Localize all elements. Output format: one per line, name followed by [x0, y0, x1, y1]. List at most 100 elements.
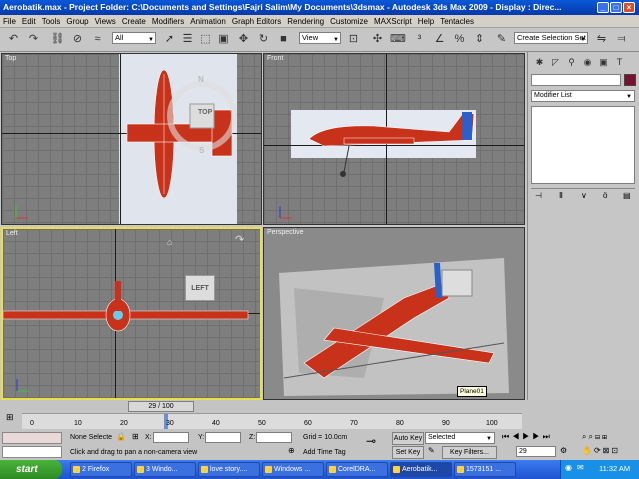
z-coordinate-field[interactable] — [256, 432, 292, 443]
menu-animation[interactable]: Animation — [187, 15, 229, 28]
select-link-icon[interactable]: ⛓ — [50, 32, 65, 47]
select-by-name-icon[interactable]: ☰ — [180, 32, 195, 47]
display-tab-icon[interactable]: ▣ — [596, 55, 611, 70]
lock-selection-icon[interactable]: 🔒 — [116, 432, 126, 441]
key-icon[interactable]: ⊸ — [366, 434, 376, 448]
percent-snap-icon[interactable]: % — [452, 32, 467, 47]
x-coordinate-field[interactable] — [153, 432, 189, 443]
tray-icon[interactable]: ✉ — [577, 463, 584, 472]
menu-help[interactable]: Help — [415, 15, 437, 28]
track-bar[interactable]: 0 10 20 30 40 50 60 70 80 90 100 — [22, 413, 522, 429]
viewport-top[interactable]: TOP N S Top — [1, 53, 262, 225]
menu-rendering[interactable]: Rendering — [284, 15, 327, 28]
menu-graph-editors[interactable]: Graph Editors — [229, 15, 284, 28]
taskbar-item[interactable]: 2 Firefox — [70, 462, 132, 477]
select-object-icon[interactable]: ➚ — [162, 32, 177, 47]
rotate-icon[interactable]: ↻ — [256, 32, 271, 47]
tray-icon[interactable]: ◉ — [565, 463, 572, 472]
viewport-left[interactable]: LEFT ⌂ ↷ Left — [1, 227, 262, 400]
undo-icon[interactable]: ↶ — [6, 32, 21, 47]
viewport-perspective[interactable]: Perspective Plane01 — [263, 227, 525, 400]
object-color-swatch[interactable] — [624, 74, 636, 86]
rectangular-selection-icon[interactable]: ⬚ — [198, 32, 213, 47]
start-button[interactable]: start — [0, 460, 62, 479]
menu-file[interactable]: File — [0, 15, 19, 28]
viewcube-left[interactable]: LEFT — [185, 275, 215, 301]
taskbar-item[interactable]: love story.... — [198, 462, 260, 477]
pin-stack-icon[interactable]: ⊣ — [535, 191, 542, 200]
menu-edit[interactable]: Edit — [19, 15, 39, 28]
menu-maxscript[interactable]: MAXScript — [371, 15, 415, 28]
menu-tentacles[interactable]: Tentacles — [437, 15, 477, 28]
mini-curve-editor-icon[interactable]: ⊞ — [6, 412, 14, 423]
edit-named-selection-icon[interactable]: ✎ — [494, 32, 509, 47]
show-end-result-icon[interactable]: Ⅱ — [559, 191, 563, 200]
window-crossing-icon[interactable]: ▣ — [216, 32, 231, 47]
unlink-icon[interactable]: ⊘ — [70, 32, 85, 47]
menu-create[interactable]: Create — [119, 15, 149, 28]
close-button[interactable]: × — [623, 2, 635, 13]
maxscript-mini-listener[interactable] — [2, 446, 62, 458]
home-icon[interactable]: ⌂ — [167, 237, 172, 247]
named-selection-dropdown[interactable]: Create Selection Set ▼ — [514, 32, 588, 44]
maximize-button[interactable]: □ — [610, 2, 622, 13]
time-slider[interactable]: 29 / 100 — [128, 401, 194, 412]
menu-customize[interactable]: Customize — [327, 15, 371, 28]
viewport-front[interactable]: Front — [263, 53, 525, 225]
modifier-stack[interactable] — [531, 106, 635, 184]
viewport-label-left[interactable]: Left — [6, 230, 18, 237]
viewport-label-front[interactable]: Front — [267, 55, 283, 62]
align-icon[interactable]: ⫤ — [614, 32, 629, 47]
set-key-icon[interactable]: ✎ — [428, 446, 435, 455]
zoom-controls[interactable]: ⌕⌕⊟⊞ — [582, 432, 609, 442]
maxscript-listener[interactable] — [2, 432, 62, 444]
rotate-view-icon[interactable]: ↷ — [235, 233, 244, 246]
menu-tools[interactable]: Tools — [39, 15, 64, 28]
redo-icon[interactable]: ↷ — [26, 32, 41, 47]
viewcube-top[interactable] — [162, 76, 242, 156]
key-filters-button[interactable]: Key Filters... — [442, 446, 497, 459]
pivot-center-icon[interactable]: ⊡ — [346, 32, 361, 47]
auto-key-button[interactable]: Auto Key — [392, 432, 424, 445]
manipulate-icon[interactable]: ✣ — [370, 32, 385, 47]
pan-orbit-controls[interactable]: ✋⟳⊠⊡ — [582, 446, 620, 455]
motion-tab-icon[interactable]: ◉ — [580, 55, 595, 70]
minimize-button[interactable]: _ — [597, 2, 609, 13]
y-coordinate-field[interactable] — [205, 432, 241, 443]
create-tab-icon[interactable]: ✱ — [532, 55, 547, 70]
taskbar-item[interactable]: CorelDRA... — [326, 462, 388, 477]
angle-snap-icon[interactable]: ∠ — [432, 32, 447, 47]
hierarchy-tab-icon[interactable]: ⚲ — [564, 55, 579, 70]
add-time-tag[interactable]: Add Time Tag — [303, 449, 346, 456]
snaps-toggle-icon[interactable]: ³ — [412, 32, 427, 47]
set-key-button[interactable]: Set Key — [392, 446, 424, 459]
selection-filter-dropdown[interactable]: All ▼ — [112, 32, 156, 44]
spinner-snap-icon[interactable]: ⇕ — [472, 32, 487, 47]
menu-modifiers[interactable]: Modifiers — [149, 15, 187, 28]
taskbar-item[interactable]: Windows ... — [262, 462, 324, 477]
reference-coord-dropdown[interactable]: View ▼ — [299, 32, 341, 44]
mirror-icon[interactable]: ⇋ — [594, 32, 609, 47]
modifier-list-dropdown[interactable]: Modifier List ▼ — [531, 90, 635, 102]
time-configuration-icon[interactable]: ⚙ — [560, 446, 567, 455]
taskbar-item-active[interactable]: Aerobatik... — [390, 462, 452, 477]
remove-modifier-icon[interactable]: ö — [603, 191, 607, 200]
taskbar-item[interactable]: 1573151 ... — [454, 462, 516, 477]
bind-space-warp-icon[interactable]: ≈ — [90, 32, 105, 47]
viewport-label-perspective[interactable]: Perspective — [267, 229, 304, 236]
move-icon[interactable]: ✥ — [236, 32, 251, 47]
current-frame-field[interactable]: 29 — [516, 446, 556, 457]
keyboard-shortcut-icon[interactable]: ⌨ — [390, 32, 406, 47]
menu-views[interactable]: Views — [92, 15, 119, 28]
modify-tab-icon[interactable]: ◸ — [548, 55, 563, 70]
utilities-tab-icon[interactable]: T — [612, 55, 627, 70]
playback-controls[interactable]: ⏮◀▶▶⏭ — [502, 432, 553, 442]
taskbar-item[interactable]: 3 Windo... — [134, 462, 196, 477]
menu-group[interactable]: Group — [63, 15, 91, 28]
viewport-label-top[interactable]: Top — [5, 55, 16, 62]
absolute-mode-icon[interactable]: ⊞ — [132, 432, 139, 441]
object-name-field[interactable] — [531, 74, 621, 86]
selected-dropdown[interactable]: Selected ▼ — [425, 432, 495, 444]
scale-icon[interactable]: ■ — [276, 32, 291, 47]
make-unique-icon[interactable]: ∨ — [581, 191, 587, 200]
